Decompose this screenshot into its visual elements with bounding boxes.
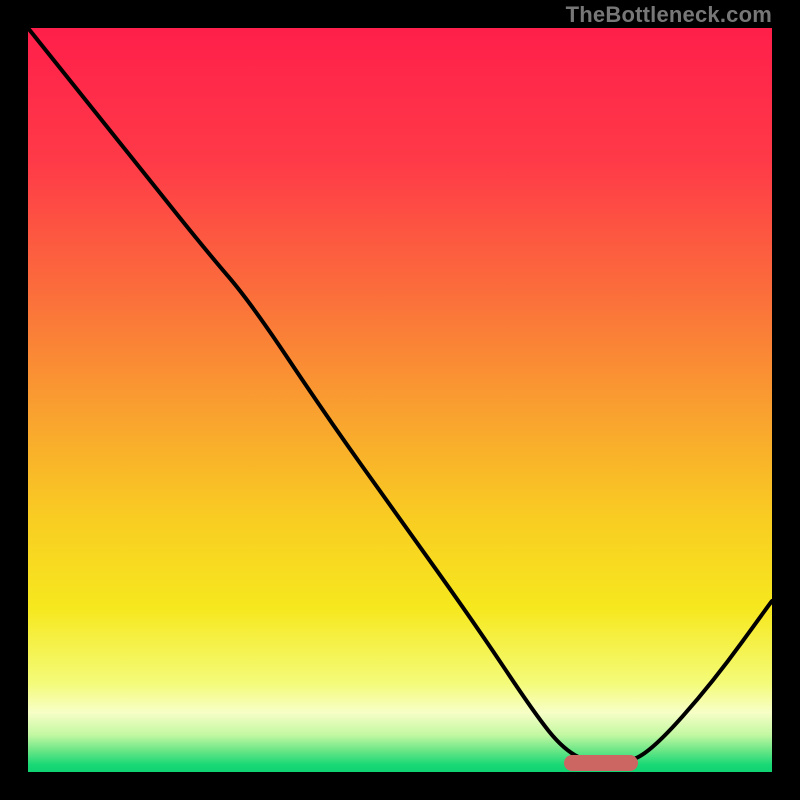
watermark-text: TheBottleneck.com [566, 2, 772, 28]
plot-area [28, 28, 772, 772]
curve-layer [28, 28, 772, 772]
chart-container: TheBottleneck.com [0, 0, 800, 800]
bottleneck-curve [28, 28, 772, 765]
optimal-range-marker [564, 755, 638, 771]
